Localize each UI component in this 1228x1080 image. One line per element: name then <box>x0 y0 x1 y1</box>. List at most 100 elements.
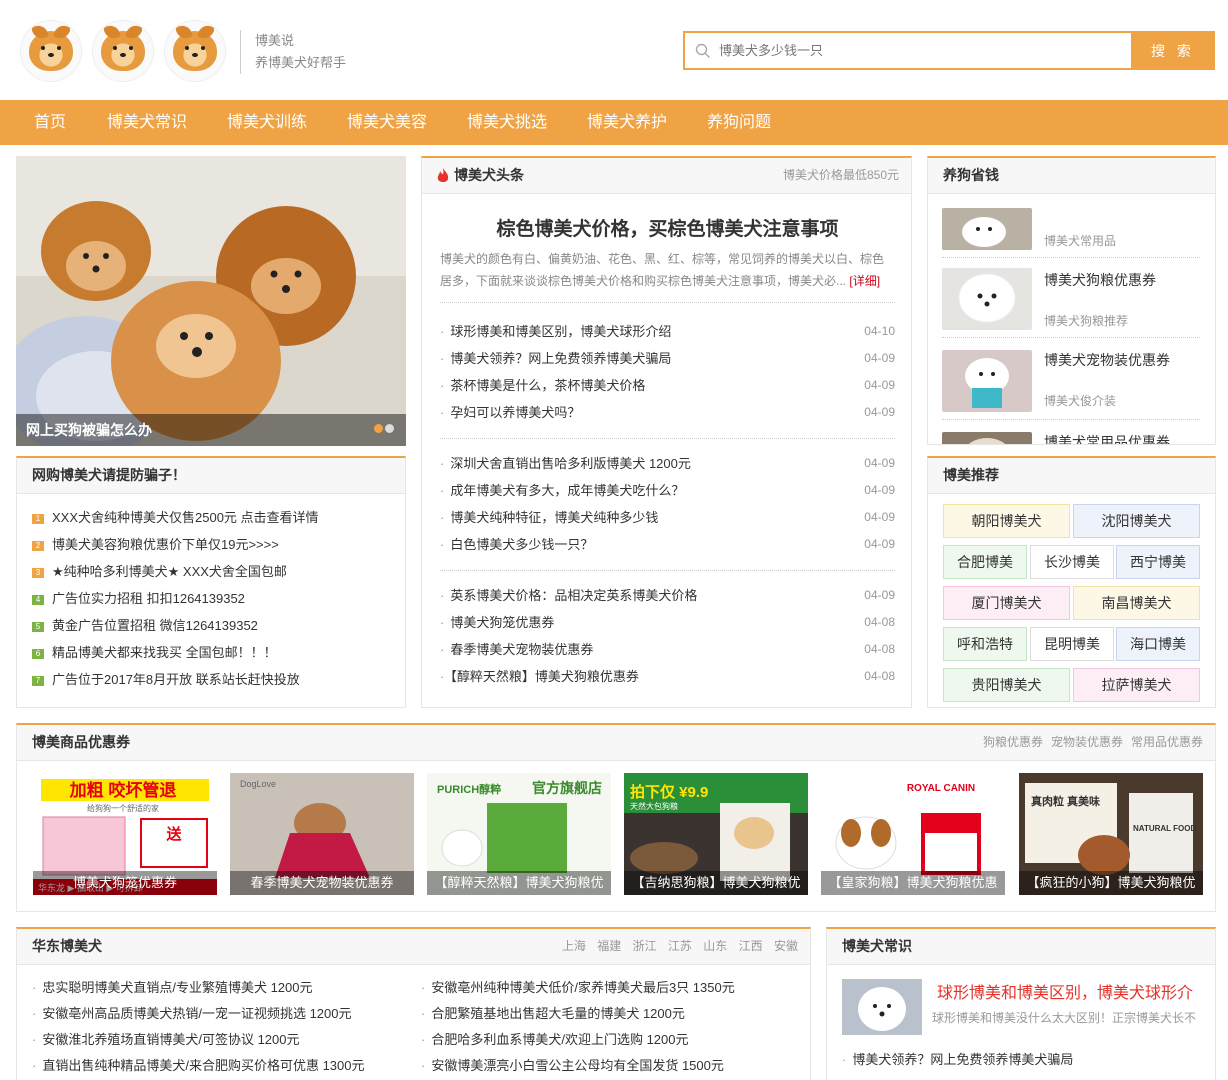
logo-dog-1 <box>20 20 82 82</box>
list-item-text: ★纯种哈多利博美犬★ XXX犬舍全国包邮 <box>52 564 287 579</box>
save-item[interactable]: 博美犬狗粮优惠券 博美犬狗粮推荐 <box>942 258 1200 338</box>
list-item[interactable]: 4 广告位实力招租 扣扣1264139352 <box>32 585 405 612</box>
city-tag[interactable]: 沈阳博美犬 <box>1073 504 1200 538</box>
nav-questions[interactable]: 养狗问题 <box>707 100 771 145</box>
city-tag[interactable]: 朝阳博美犬 <box>943 504 1070 538</box>
coupon-card[interactable]: PURICH醇粹 官方旗舰店 【醇粹天然粮】博美犬狗粮优 <box>427 773 611 895</box>
save-item[interactable]: 博美犬常用品 <box>942 198 1200 258</box>
hero-slider[interactable]: 网上买狗被骗怎么办 <box>16 156 406 446</box>
list-item[interactable]: 1 XXX犬舍纯种博美犬仅售2500元 点击查看详情 <box>32 504 405 531</box>
city-tag[interactable]: 昆明博美 <box>1030 627 1114 661</box>
city-tag[interactable]: 厦门博美犬 <box>943 586 1070 620</box>
puppy-thumb-image <box>942 432 1032 444</box>
coupon-link-clothes[interactable]: 宠物装优惠券 <box>1051 735 1123 749</box>
news-item[interactable]: 球形博美和博美区别，博美犬球形介绍 04-10 <box>440 318 895 345</box>
list-item[interactable]: 6 精品博美犬都来找我买 全国包邮！！！ <box>32 639 405 666</box>
coupon-card[interactable]: DogLove 春季博美犬宠物装优惠券 <box>230 773 414 895</box>
list-item[interactable]: 2 博美犬美容狗粮优惠价下单仅19元>>>> <box>32 531 405 558</box>
list-item[interactable]: 7 广告位于2017年8月开放 联系站长赶快投放 <box>32 666 405 693</box>
news-item[interactable]: 白色博美犬多少钱一只？ 04-09 <box>440 531 895 558</box>
recommend-box: 博美推荐 朝阳博美犬 沈阳博美犬 合肥博美 长沙博美 西宁博美 厦门博美犬 南昌… <box>927 456 1216 708</box>
coupon-banner-text2: 天然大包狗粮 <box>630 801 678 811</box>
region-link[interactable]: 安徽 <box>774 939 798 953</box>
news-text: 博美犬纯种特征，博美犬纯种多少钱 <box>450 510 659 525</box>
rank-badge: 5 <box>32 621 44 632</box>
list-item[interactable]: 安徽亳州纯种博美犬低价/家养博美犬最后3只 1350元 <box>421 975 734 1001</box>
news-item[interactable]: 孕妇可以养博美犬吗？ 04-09 <box>440 399 895 426</box>
list-item[interactable]: 3 ★纯种哈多利博美犬★ XXX犬舍全国包邮 <box>32 558 405 585</box>
coupon-card[interactable]: 真肉粒 真美味 NATURAL FOOD 【疯狂的小狗】博美犬狗粮优 <box>1019 773 1203 895</box>
news-text: 白色博美犬多少钱一只？ <box>450 537 594 552</box>
save-money-title: 养狗省钱 <box>928 158 1215 194</box>
headline-more-link[interactable]: 博美犬价格最低850元 <box>783 158 899 192</box>
slider-dot-1[interactable] <box>374 424 383 433</box>
save-item[interactable]: 博美犬宠物装优惠券 博美犬俊介装 <box>942 338 1200 420</box>
list-item[interactable]: 安徽亳州高品质博美犬热销/一宠一证视频挑选 1200元 <box>32 1001 351 1027</box>
news-item[interactable]: 博美犬纯种特征，博美犬纯种多少钱 04-09 <box>440 504 895 531</box>
nav-care[interactable]: 博美犬养护 <box>587 100 667 145</box>
main-nav: 首页 博美犬常识 博美犬训练 博美犬美容 博美犬挑选 博美犬养护 养狗问题 <box>0 100 1228 145</box>
coupon-card[interactable]: 拍下仅 ¥9.9 天然大包狗粮 【吉纳思狗粮】博美犬狗粮优 <box>624 773 808 895</box>
news-text: 球形博美和博美区别，博美犬球形介绍 <box>450 324 672 339</box>
headline-detail-link[interactable]: [详细] <box>849 274 880 288</box>
region-link[interactable]: 山东 <box>703 939 727 953</box>
nav-knowledge[interactable]: 博美犬常识 <box>107 100 187 145</box>
headline-box: 博美犬头条 博美犬价格最低850元 棕色博美犬价格，买棕色博美犬注意事项 博美犬… <box>421 156 912 708</box>
city-tag[interactable]: 合肥博美 <box>943 545 1027 579</box>
news-item[interactable]: 博美犬狗笼优惠券 04-08 <box>440 609 895 636</box>
nav-training[interactable]: 博美犬训练 <box>227 100 307 145</box>
search-input[interactable] <box>719 43 1119 58</box>
knowledge-item[interactable]: 博美犬领养？网上免费领养博美犬骗局 <box>842 1047 1073 1073</box>
region-link[interactable]: 上海 <box>562 939 586 953</box>
region-link[interactable]: 江西 <box>739 939 763 953</box>
puppy-thumb-image <box>942 350 1032 412</box>
news-text: 茶杯博美是什么，茶杯博美犬价格 <box>450 378 646 393</box>
news-text: 博美犬狗笼优惠券 <box>450 615 555 630</box>
list-item-text: 广告位实力招租 扣扣1264139352 <box>52 591 245 606</box>
news-item[interactable]: 成年博美犬有多大，成年博美犬吃什么？ 04-09 <box>440 477 895 504</box>
city-tag[interactable]: 西宁博美 <box>1116 545 1200 579</box>
warning-list: 1 XXX犬舍纯种博美犬仅售2500元 点击查看详情 2 博美犬美容狗粮优惠价下单仅… <box>17 494 405 693</box>
list-item[interactable]: 5 黄金广告位置招租 微信1264139352 <box>32 612 405 639</box>
region-link[interactable]: 江苏 <box>668 939 692 953</box>
city-tag[interactable]: 南昌博美犬 <box>1073 586 1200 620</box>
search-button[interactable]: 搜 索 <box>1131 31 1215 70</box>
slider-dot-2[interactable] <box>385 424 394 433</box>
city-tag[interactable]: 贵阳博美犬 <box>943 668 1070 702</box>
list-item[interactable]: 安徽博美漂亮小白雪公主公母均有全国发货 1500元 <box>421 1053 724 1079</box>
region-link[interactable]: 浙江 <box>633 939 657 953</box>
list-item-text: 博美犬美容狗粮优惠价下单仅19元>>>> <box>52 537 279 552</box>
coupon-card[interactable]: ROYAL CANIN 【皇家狗粮】博美犬狗粮优惠 <box>821 773 1005 895</box>
white-puppy-image <box>842 979 922 1035</box>
coupon-banner-text: 拍下仅 ¥9.9 <box>630 783 708 801</box>
list-item[interactable]: 合肥哈多利血系博美犬/欢迎上门选购 1200元 <box>421 1027 688 1053</box>
list-item[interactable]: 安徽淮北养殖场直销博美犬/可签协议 1200元 <box>32 1027 299 1053</box>
headline-main-title[interactable]: 棕色博美犬价格，买棕色博美犬注意事项 <box>422 214 913 241</box>
news-item[interactable]: 【醇粹天然粮】博美犬狗粮优惠券 04-08 <box>440 663 895 690</box>
city-tag[interactable]: 呼和浩特 <box>943 627 1027 661</box>
list-item[interactable]: 合肥繁殖基地出售超大毛量的博美犬 1200元 <box>421 1001 685 1027</box>
news-item[interactable]: 英系博美犬价格：品相决定英系博美犬价格 04-09 <box>440 582 895 609</box>
nav-grooming[interactable]: 博美犬美容 <box>347 100 427 145</box>
news-text: 春季博美犬宠物装优惠券 <box>450 642 594 657</box>
puppy-thumb-image <box>942 208 1032 250</box>
save-item[interactable]: 博美犬常用品优惠券 <box>942 420 1200 444</box>
list-item[interactable]: 忠实聪明博美犬直销点/专业繁殖博美犬 1200元 <box>32 975 312 1001</box>
news-item[interactable]: 春季博美犬宠物装优惠券 04-08 <box>440 636 895 663</box>
east-china-box: 华东博美犬 上海 福建 浙江 江苏 山东 江西 安徽 忠实聪明博美犬直销点/专业… <box>16 927 811 1080</box>
coupon-card[interactable]: 加粗 咬坏管退 给狗狗一个舒适的家 送 华东龙 ▶ 抽取出 ▶ 可拆卸 博美犬狗… <box>33 773 217 895</box>
news-item[interactable]: 博美犬领养？网上免费领养博美犬骗局 04-09 <box>440 345 895 372</box>
city-tag[interactable]: 长沙博美 <box>1030 545 1114 579</box>
knowledge-feature-title[interactable]: 球形博美和博美区别，博美犬球形介 <box>937 979 1207 1003</box>
coupon-link-food[interactable]: 狗粮优惠券 <box>983 735 1043 749</box>
nav-home[interactable]: 首页 <box>34 100 66 145</box>
news-item[interactable]: 茶杯博美是什么，茶杯博美犬价格 04-09 <box>440 372 895 399</box>
coupon-link-supplies[interactable]: 常用品优惠券 <box>1131 735 1203 749</box>
list-item[interactable]: 直销出售纯种精品博美犬/来合肥购买价格可优惠 1300元 <box>32 1053 364 1079</box>
city-tag[interactable]: 海口博美 <box>1116 627 1200 661</box>
nav-selection[interactable]: 博美犬挑选 <box>467 100 547 145</box>
slider-caption[interactable]: 网上买狗被骗怎么办 <box>16 414 406 446</box>
news-item[interactable]: 深圳犬舍直销出售哈多利版博美犬 1200元 04-09 <box>440 450 895 477</box>
region-link[interactable]: 福建 <box>597 939 621 953</box>
city-tag[interactable]: 拉萨博美犬 <box>1073 668 1200 702</box>
